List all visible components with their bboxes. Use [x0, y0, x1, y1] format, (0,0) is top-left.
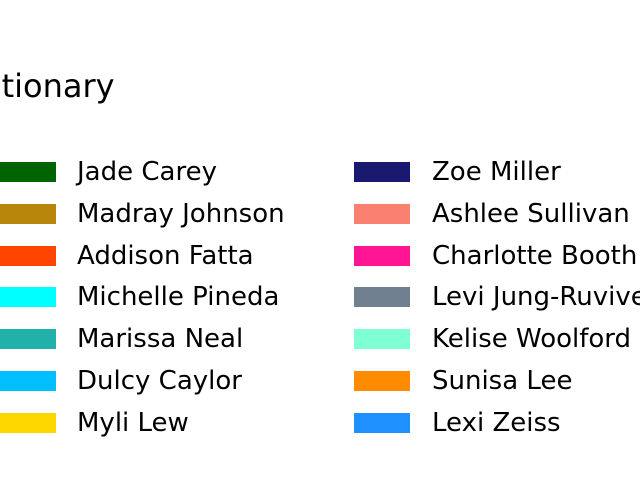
legend-title: ctionary — [0, 67, 115, 105]
legend-label: Charlotte Booth — [432, 240, 638, 271]
legend-swatch — [0, 412, 56, 433]
legend-swatch — [0, 203, 56, 224]
legend-label: Marissa Neal — [77, 324, 244, 355]
legend-swatch — [354, 245, 410, 266]
legend-label: Myli Lew — [77, 407, 189, 438]
legend-label: Jade Carey — [77, 157, 217, 187]
legend-label: Sunisa Lee — [432, 365, 573, 396]
legend-swatch — [0, 162, 56, 182]
legend-swatch — [0, 329, 56, 350]
legend-swatch — [0, 245, 56, 266]
legend-swatch — [0, 287, 56, 308]
legend-swatch — [354, 329, 410, 350]
legend-swatch — [0, 370, 56, 391]
legend-label: Dulcy Caylor — [77, 365, 242, 396]
legend-swatch — [354, 162, 410, 182]
legend-swatch — [354, 412, 410, 433]
legend-label: Kelise Woolford — [432, 324, 632, 355]
legend-label: Madray Johnson — [77, 198, 285, 229]
legend-label: Addison Fatta — [77, 240, 254, 271]
legend-label: Lexi Zeiss — [432, 407, 561, 438]
legend-swatch — [354, 370, 410, 391]
legend-label: Levi Jung-Ruvive — [432, 282, 640, 313]
legend-swatch — [354, 287, 410, 308]
legend-label: Ashlee Sullivan — [432, 198, 630, 229]
legend-swatch — [354, 203, 410, 224]
legend-label: Zoe Miller — [432, 157, 561, 187]
legend-label: Michelle Pineda — [77, 282, 280, 313]
